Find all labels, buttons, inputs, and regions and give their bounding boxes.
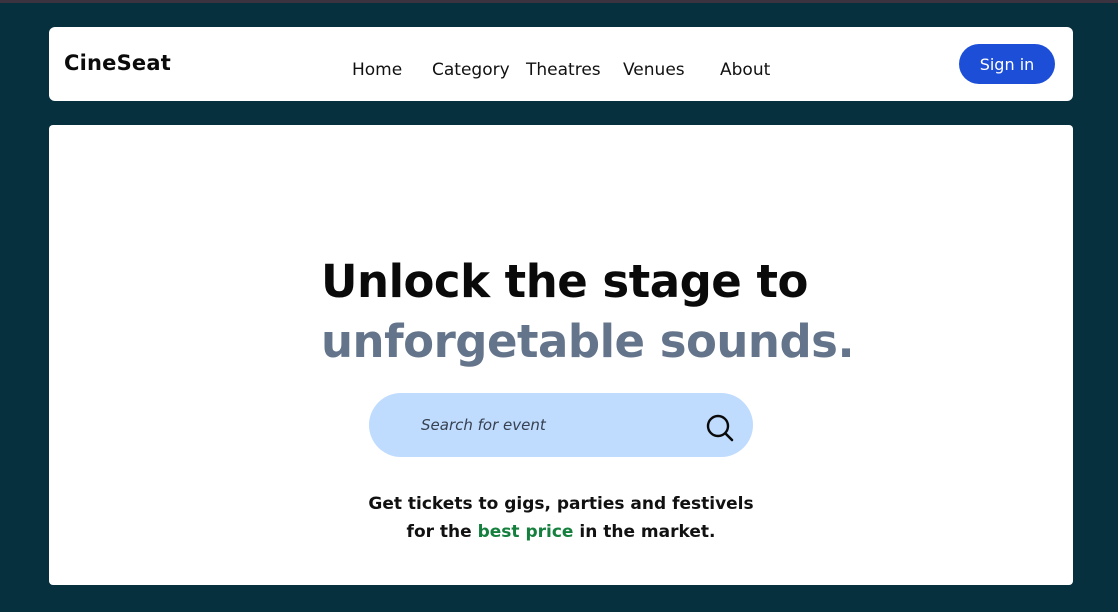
- nav-venues[interactable]: Venues: [623, 60, 685, 80]
- nav-home[interactable]: Home: [352, 60, 402, 80]
- hero-tagline: Get tickets to gigs, parties and festive…: [49, 490, 1073, 546]
- tagline-pre: for the: [406, 522, 478, 542]
- hero-section: Unlock the stage to unforgetable sounds.…: [49, 125, 1073, 585]
- nav-category[interactable]: Category: [432, 60, 510, 80]
- tagline-line1: Get tickets to gigs, parties and festive…: [368, 494, 754, 514]
- window-top-strip: [0, 0, 1118, 3]
- search-input[interactable]: [421, 413, 681, 437]
- search-icon[interactable]: [705, 413, 735, 443]
- search-bar: [369, 393, 753, 457]
- sign-in-button[interactable]: Sign in: [959, 44, 1055, 84]
- tagline-best-price: best price: [477, 522, 574, 542]
- hero-headline-line1: Unlock the stage to: [321, 255, 808, 308]
- brand-logo[interactable]: CineSeat: [64, 51, 171, 75]
- navbar: CineSeat Home Category Theatres Venues A…: [49, 27, 1073, 101]
- hero-headline-line2: unforgetable sounds.: [321, 315, 855, 368]
- nav-theatres[interactable]: Theatres: [526, 60, 601, 80]
- tagline-line2: for the best price in the market.: [49, 518, 1073, 546]
- nav-about[interactable]: About: [720, 60, 770, 80]
- tagline-post: in the market.: [573, 522, 716, 542]
